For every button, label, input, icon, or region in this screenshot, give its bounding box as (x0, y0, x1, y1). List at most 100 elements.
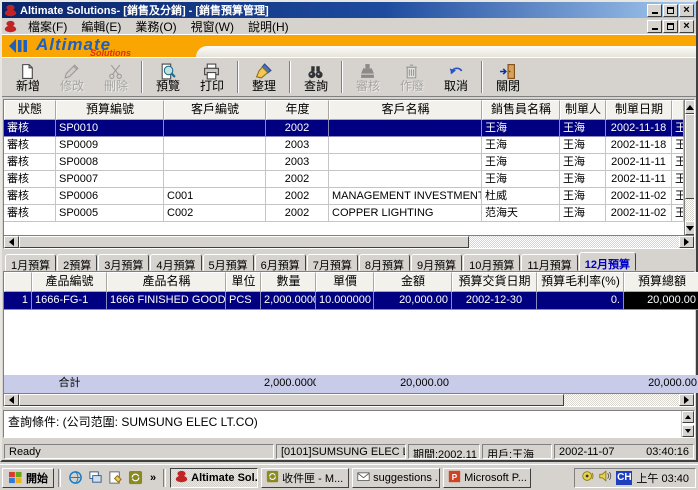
detail-grid-cell[interactable]: 2,000.0000 (261, 292, 316, 310)
budget-grid-cell[interactable]: 審核 (4, 120, 56, 137)
budget-grid-cell[interactable]: 2002-11-02 (606, 205, 672, 222)
query-panel-scrollbar[interactable] (681, 411, 694, 437)
budget-grid-cell[interactable]: C001 (164, 188, 266, 205)
budget-grid-cell[interactable]: 2002 (266, 171, 329, 188)
menu-item-4[interactable]: 視窗(W) (184, 17, 241, 36)
budget-grid-cell[interactable]: 王 (672, 205, 684, 222)
tab-month-10[interactable]: 10月預算 (463, 254, 520, 271)
detail-grid-cell[interactable]: PCS (226, 292, 261, 310)
budget-grid-cell[interactable]: 審核 (4, 171, 56, 188)
scroll-track[interactable] (469, 236, 679, 248)
budget-grid-vertical-scrollbar[interactable] (684, 100, 694, 235)
task-button-1[interactable]: Altimate Sol... (170, 468, 258, 488)
budget-grid-cell[interactable]: 審核 (4, 188, 56, 205)
minimize-button[interactable] (647, 4, 662, 17)
budget-grid-cell[interactable]: 2002-11-18 (606, 137, 672, 154)
scroll-left-button[interactable] (4, 236, 19, 248)
budget-grid-cell[interactable]: COPPER LIGHTING (329, 205, 482, 222)
budget-grid-cell[interactable]: 王海 (482, 120, 560, 137)
tray-sound-event-icon[interactable] (581, 469, 595, 486)
detail-grid-cell[interactable]: 1666 FINISHED GOODS (107, 292, 226, 310)
tab-month-1[interactable]: 1月預算 (5, 254, 56, 271)
budget-grid-cell[interactable]: 王海 (560, 171, 606, 188)
child-restore-button[interactable] (663, 20, 678, 33)
toolbar-button-printer[interactable]: 打印 (190, 59, 234, 95)
quick-launch-overflow-chevron[interactable]: » (147, 472, 159, 484)
budget-grid-cell[interactable]: 杜威 (482, 188, 560, 205)
detail-grid-horizontal-scrollbar[interactable] (4, 393, 694, 406)
budget-grid-cell[interactable]: 2002 (266, 205, 329, 222)
tab-month-11[interactable]: 11月預算 (521, 254, 577, 271)
toolbar-button-exit-door[interactable]: 關閉 (486, 59, 530, 95)
budget-grid-row-2[interactable]: 審核SP00092003王海王海2002-11-18王 (4, 137, 684, 154)
budget-grid-cell[interactable]: 王 (672, 171, 684, 188)
budget-grid-cell[interactable]: C002 (164, 205, 266, 222)
tab-month-12[interactable]: 12月預算 (579, 252, 636, 271)
tab-month-7[interactable]: 7月預算 (307, 254, 358, 271)
budget-grid-cell[interactable]: 王 (672, 154, 684, 171)
menu-item-5[interactable]: 說明(H) (241, 17, 296, 36)
detail-grid-cell[interactable]: 1666-FG-1 (32, 292, 107, 310)
budget-grid-cell[interactable]: 王海 (560, 137, 606, 154)
budget-grid-cell[interactable] (329, 154, 482, 171)
budget-grid-cell[interactable]: 2002-11-11 (606, 171, 672, 188)
budget-grid-horizontal-scrollbar[interactable] (4, 235, 694, 248)
budget-grid-cell[interactable]: 2002 (266, 120, 329, 137)
budget-grid-cell[interactable] (329, 137, 482, 154)
scroll-thumb[interactable] (19, 236, 469, 248)
budget-grid-cell[interactable]: 王海 (560, 120, 606, 137)
scroll-right-button[interactable] (679, 236, 694, 248)
quick-launch-ie-icon[interactable] (65, 468, 85, 488)
task-button-3[interactable]: suggestions ... (352, 468, 440, 488)
budget-grid-cell[interactable]: SP0009 (56, 137, 164, 154)
budget-grid-cell[interactable] (329, 120, 482, 137)
budget-grid-cell[interactable]: 王海 (560, 154, 606, 171)
task-button-4[interactable]: PMicrosoft P... (443, 468, 531, 488)
quick-launch-mail-compose-icon[interactable] (105, 468, 125, 488)
budget-grid-cell[interactable]: 王 (672, 120, 684, 137)
toolbar-button-preview[interactable]: 預覽 (146, 59, 190, 95)
budget-grid-cell[interactable] (164, 120, 266, 137)
scroll-track[interactable] (564, 394, 679, 406)
menu-item-3[interactable]: 業務(O) (128, 17, 183, 36)
tab-month-6[interactable]: 6月預算 (255, 254, 306, 271)
toolbar-button-undo[interactable]: 取消 (434, 59, 478, 95)
budget-grid-cell[interactable]: SP0007 (56, 171, 164, 188)
detail-grid-row-1[interactable]: 11666-FG-11666 FINISHED GOODSPCS2,000.00… (4, 292, 694, 310)
budget-grid-cell[interactable] (164, 171, 266, 188)
detail-grid-cell[interactable]: 2002-12-30 (452, 292, 537, 310)
quick-launch-outlook-express-icon[interactable] (125, 468, 145, 488)
budget-grid-row-6[interactable]: 審核SP0005C0022002COPPER LIGHTING范海天王海2002… (4, 205, 684, 222)
budget-grid-cell[interactable]: 2003 (266, 137, 329, 154)
budget-grid-row-4[interactable]: 審核SP00072002王海王海2002-11-11王 (4, 171, 684, 188)
detail-grid-cell[interactable]: 10.000000 (316, 292, 374, 310)
tab-month-5[interactable]: 5月預算 (203, 254, 254, 271)
tab-month-9[interactable]: 9月預算 (411, 254, 462, 271)
budget-grid-cell[interactable]: 2002-11-11 (606, 154, 672, 171)
scroll-down-button[interactable] (685, 221, 694, 235)
scroll-up-button[interactable] (682, 411, 694, 423)
budget-grid-cell[interactable]: SP0005 (56, 205, 164, 222)
toolbar-button-new-document[interactable]: 新增 (6, 59, 50, 95)
budget-grid-row-1[interactable]: 審核SP00102002王海王海2002-11-18王 (4, 120, 684, 137)
budget-grid-cell[interactable]: 王海 (560, 205, 606, 222)
budget-grid-cell[interactable]: 2002 (266, 188, 329, 205)
budget-grid-cell[interactable]: 王 (672, 137, 684, 154)
budget-grid-cell[interactable]: 2002-11-18 (606, 120, 672, 137)
close-button[interactable]: × (679, 4, 694, 17)
budget-grid-cell[interactable]: SP0006 (56, 188, 164, 205)
detail-grid-cell[interactable]: 0. (537, 292, 624, 310)
quick-launch-show-desktop-icon[interactable] (85, 468, 105, 488)
budget-grid-cell[interactable]: 2003 (266, 154, 329, 171)
child-minimize-button[interactable] (647, 20, 662, 33)
menu-item-1[interactable]: 檔案(F) (21, 17, 74, 36)
tab-month-3[interactable]: 3月預算 (98, 254, 149, 271)
tab-month-4[interactable]: 4月預算 (150, 254, 201, 271)
budget-grid-cell[interactable]: 王海 (482, 171, 560, 188)
scroll-thumb[interactable] (685, 114, 694, 199)
scroll-up-button[interactable] (685, 100, 694, 114)
detail-grid-cell[interactable]: 20,000.00 (624, 292, 698, 310)
budget-grid-cell[interactable]: SP0008 (56, 154, 164, 171)
menu-item-2[interactable]: 編輯(E) (74, 17, 128, 36)
toolbar-button-brush[interactable]: 整理 (242, 59, 286, 95)
